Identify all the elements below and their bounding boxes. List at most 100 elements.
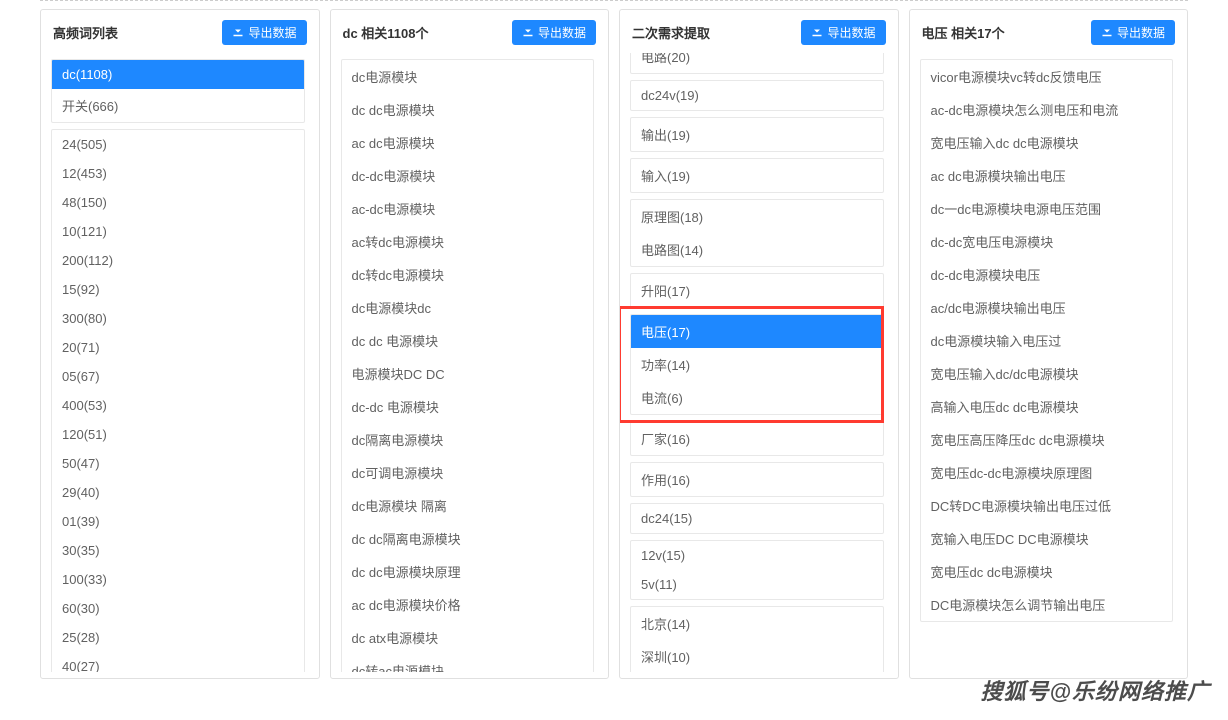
list-item[interactable]: dc dc电源模块原理 xyxy=(342,555,594,588)
list-item[interactable]: 50(47) xyxy=(52,449,304,478)
list-item[interactable]: dc atx电源模块 xyxy=(342,621,594,654)
list-item[interactable]: 开关(666) xyxy=(52,89,304,122)
download-icon xyxy=(811,25,823,40)
export-button[interactable]: 导出数据 xyxy=(222,20,306,45)
list-item[interactable]: 高输入电压dc dc电源模块 xyxy=(921,390,1173,423)
scroll-area[interactable]: vicor电源模块vc转dc反馈电压ac-dc电源模块怎么测电压和电流宽电压输入… xyxy=(916,53,1182,672)
list-item[interactable]: 深圳(10) xyxy=(631,640,883,672)
list-item[interactable]: dc24v(19) xyxy=(631,81,883,110)
divider xyxy=(40,0,1188,1)
export-button[interactable]: 导出数据 xyxy=(512,20,596,45)
list-item[interactable]: vicor电源模块vc转dc反馈电压 xyxy=(921,60,1173,93)
list-item[interactable]: 宽电压输入dc dc电源模块 xyxy=(921,126,1173,159)
list-item[interactable]: ac-dc电源模块 xyxy=(342,192,594,225)
list-item[interactable]: 25(28) xyxy=(52,623,304,652)
list-item[interactable]: ac dc电源模块输出电压 xyxy=(921,159,1173,192)
list-item[interactable]: 宽电压高压降压dc dc电源模块 xyxy=(921,423,1173,456)
export-button[interactable]: 导出数据 xyxy=(801,20,885,45)
list-item[interactable]: dc dc 电源模块 xyxy=(342,324,594,357)
list-item[interactable]: ac dc电源模块 xyxy=(342,126,594,159)
list-item[interactable]: dc电源模块输入电压过 xyxy=(921,324,1173,357)
list-item[interactable]: 作用(16) xyxy=(631,463,883,496)
list-item[interactable]: dc隔离电源模块 xyxy=(342,423,594,456)
list-item[interactable]: 宽输入电压DC DC电源模块 xyxy=(921,522,1173,555)
list-item[interactable]: 输入(19) xyxy=(631,159,883,192)
scroll-area[interactable]: dc(1108)开关(666) 24(505)12(453)48(150)10(1… xyxy=(47,53,313,672)
scroll-area[interactable]: dc电源模块dc dc电源模块ac dc电源模块dc-dc电源模块ac-dc电源… xyxy=(337,53,603,672)
panel-dc-related: dc 相关1108个 导出数据 dc电源模块dc dc电源模块ac dc电源模块… xyxy=(330,9,610,679)
list-item[interactable]: dc-dc 电源模块 xyxy=(342,390,594,423)
download-icon xyxy=(522,25,534,40)
list-item[interactable]: 30(35) xyxy=(52,536,304,565)
export-label: 导出数据 xyxy=(538,24,586,41)
list-item[interactable]: 12(453) xyxy=(52,159,304,188)
list-item[interactable]: 400(53) xyxy=(52,391,304,420)
panel-header: 电压 相关17个 导出数据 xyxy=(910,10,1188,53)
list-item[interactable]: 宽电压输入dc/dc电源模块 xyxy=(921,357,1173,390)
panel-title: dc 相关1108个 xyxy=(343,23,429,42)
list-item[interactable]: ac dc电源模块价格 xyxy=(342,588,594,621)
list-item[interactable]: DC转DC电源模块输出电压过低 xyxy=(921,489,1173,522)
list-item[interactable]: 01(39) xyxy=(52,507,304,536)
list-item[interactable]: dc电源模块 隔离 xyxy=(342,489,594,522)
list-block: 北京(14)深圳(10)重庆(6)海淀(6) xyxy=(630,606,884,672)
list-block: vicor电源模块vc转dc反馈电压ac-dc电源模块怎么测电压和电流宽电压输入… xyxy=(920,59,1174,622)
list-item[interactable]: dc-dc电源模块 xyxy=(342,159,594,192)
list-item[interactable]: ac-dc电源模块怎么测电压和电流 xyxy=(921,93,1173,126)
list-item[interactable]: 200(112) xyxy=(52,246,304,275)
list-item[interactable]: 输出(19) xyxy=(631,118,883,151)
list-item[interactable]: 29(40) xyxy=(52,478,304,507)
list-item[interactable]: ac/dc电源模块输出电压 xyxy=(921,291,1173,324)
list-item[interactable]: 北京(14) xyxy=(631,607,883,640)
list-item[interactable]: 功率(14) xyxy=(631,348,883,381)
list-item[interactable]: DC电源模块怎么调节输出电压 xyxy=(921,588,1173,621)
download-icon xyxy=(232,25,244,40)
list-item[interactable]: 电流(6) xyxy=(631,381,883,414)
list-item[interactable]: dc(1108) xyxy=(52,60,304,89)
list-item[interactable]: 原理图(18) xyxy=(631,200,883,233)
list-item[interactable]: 120(51) xyxy=(52,420,304,449)
list-block: dc(1108)开关(666) xyxy=(51,59,305,123)
list-block: dc24v(19) xyxy=(630,80,884,111)
download-icon xyxy=(1101,25,1113,40)
list-item[interactable]: 厂家(16) xyxy=(631,422,883,455)
list-item[interactable]: 48(150) xyxy=(52,188,304,217)
list-item[interactable]: 宽电压dc-dc电源模块原理图 xyxy=(921,456,1173,489)
list-item[interactable]: 05(67) xyxy=(52,362,304,391)
list-item[interactable]: 300(80) xyxy=(52,304,304,333)
list-item[interactable]: dc可调电源模块 xyxy=(342,456,594,489)
list-item[interactable]: dc dc隔离电源模块 xyxy=(342,522,594,555)
list-item[interactable]: 12v(15) xyxy=(631,541,883,570)
list-item[interactable]: 24(505) xyxy=(52,130,304,159)
list-item[interactable]: 电路图(14) xyxy=(631,233,883,266)
list-item[interactable]: 10(121) xyxy=(52,217,304,246)
watermark: 搜狐号@乐纷网络推广 xyxy=(981,674,1210,706)
list-item[interactable]: ac转dc电源模块 xyxy=(342,225,594,258)
list-item[interactable]: dc电源模块 xyxy=(342,60,594,93)
list-item[interactable]: 电源模块DC DC xyxy=(342,357,594,390)
panel-high-freq: 高频词列表 导出数据 dc(1108)开关(666)24(505)12(453)… xyxy=(40,9,320,679)
list-item[interactable]: dc电源模块dc xyxy=(342,291,594,324)
list-item[interactable]: 15(92) xyxy=(52,275,304,304)
list-item[interactable]: dc转ac电源模块 xyxy=(342,654,594,672)
panel-title: 二次需求提取 xyxy=(632,23,710,42)
list-item[interactable]: dc转dc电源模块 xyxy=(342,258,594,291)
list-item[interactable]: 40(27) xyxy=(52,652,304,672)
list-item[interactable]: dc-dc电源模块电压 xyxy=(921,258,1173,291)
list-item[interactable]: 电路(20) xyxy=(631,53,883,73)
list-item[interactable]: 电压(17) xyxy=(631,315,883,348)
list-item[interactable]: 宽电压dc dc电源模块 xyxy=(921,555,1173,588)
list-block: 电路(20) xyxy=(630,53,884,74)
list-block: 厂家(16) xyxy=(630,421,884,456)
list-item[interactable]: 5v(11) xyxy=(631,570,883,599)
export-button[interactable]: 导出数据 xyxy=(1091,20,1175,45)
list-item[interactable]: dc24(15) xyxy=(631,504,883,533)
list-item[interactable]: 100(33) xyxy=(52,565,304,594)
list-item[interactable]: 60(30) xyxy=(52,594,304,623)
list-item[interactable]: dc一dc电源模块电源电压范围 xyxy=(921,192,1173,225)
scroll-area[interactable]: 电路(20) dc24v(19) 输出(19) 输入(19) 原理图(18)电路图(14… xyxy=(626,53,892,672)
list-item[interactable]: 20(71) xyxy=(52,333,304,362)
list-item[interactable]: dc dc电源模块 xyxy=(342,93,594,126)
list-item[interactable]: dc-dc宽电压电源模块 xyxy=(921,225,1173,258)
list-item[interactable]: 升阳(17) xyxy=(631,274,883,307)
